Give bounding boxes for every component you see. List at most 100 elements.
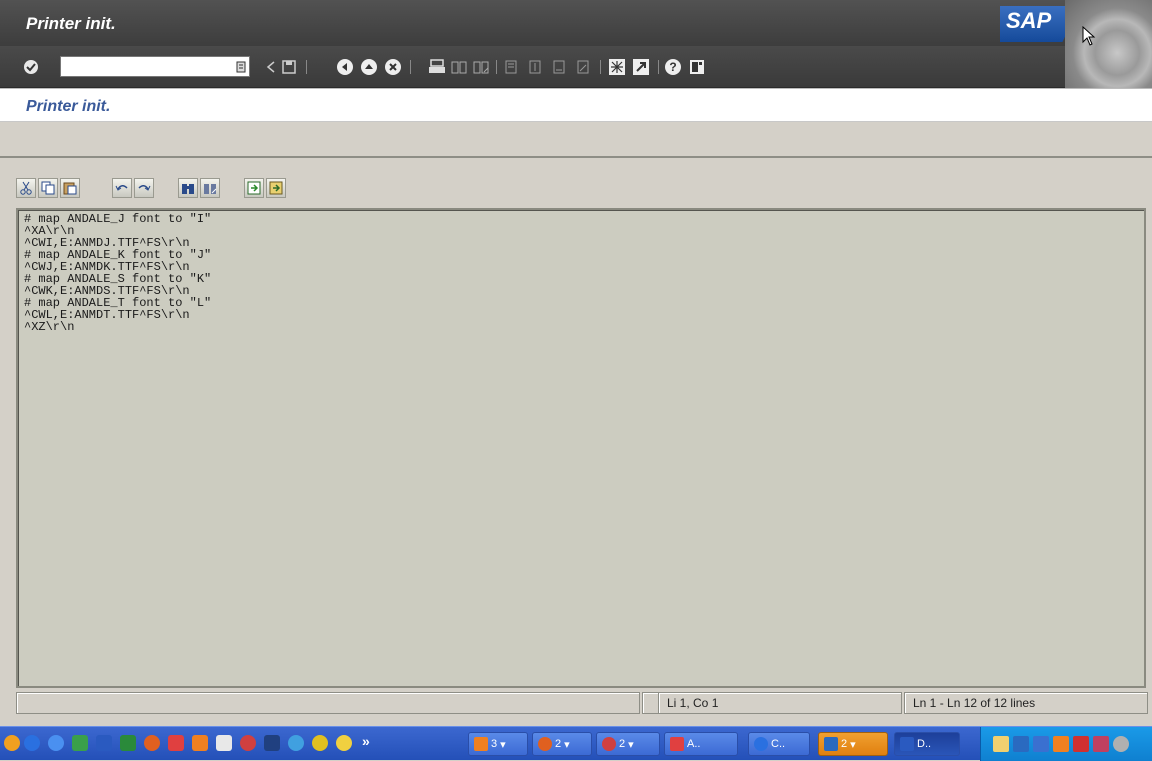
- window-title: Printer init.: [26, 14, 116, 33]
- toolbar-separator: [410, 60, 411, 74]
- find-next-icon[interactable]: [200, 178, 220, 198]
- paste-icon[interactable]: [60, 178, 80, 198]
- firefox-icon[interactable]: [144, 735, 160, 751]
- taskbar-task[interactable]: 2 ▾: [818, 732, 888, 756]
- network-icon: [602, 737, 616, 751]
- calculator-icon[interactable]: [72, 735, 88, 751]
- editor-line: # map ANDALE_K font to "J": [24, 248, 212, 262]
- taskbar-task[interactable]: 3 ▾: [468, 732, 528, 756]
- shortcut-icon[interactable]: [632, 58, 650, 76]
- print-icon[interactable]: [428, 58, 446, 76]
- cursor-position: Li 1, Co 1: [658, 692, 902, 714]
- first-page-icon[interactable]: [502, 58, 520, 76]
- status-message: [16, 692, 640, 714]
- word-icon[interactable]: [96, 735, 112, 751]
- winamp-icon[interactable]: [336, 735, 352, 751]
- messenger-icon[interactable]: [288, 735, 304, 751]
- command-menu-icon[interactable]: [232, 58, 250, 76]
- redo-icon[interactable]: [134, 178, 154, 198]
- enter-icon[interactable]: [22, 58, 40, 76]
- last-page-icon[interactable]: [574, 58, 592, 76]
- find-icon[interactable]: [450, 58, 468, 76]
- status-bar: Li 1, Co 1 Ln 1 - Ln 12 of 12 lines: [16, 692, 1148, 714]
- alert-icon[interactable]: [1073, 736, 1089, 752]
- toolbar-separator: [306, 60, 307, 74]
- toolbar-separator: [496, 60, 497, 74]
- task-dropdown-icon: ▾: [500, 738, 506, 751]
- exit-icon[interactable]: [360, 58, 378, 76]
- network-icon[interactable]: [240, 735, 256, 751]
- sap-icon: [824, 737, 838, 751]
- ie-icon[interactable]: [24, 735, 40, 751]
- previous-page-icon[interactable]: [526, 58, 544, 76]
- outlook-icon[interactable]: [168, 735, 184, 751]
- text-editor[interactable]: # map ANDALE_J font to "I" ^XA\r\n ^CWI,…: [16, 208, 1146, 688]
- task-label: 2: [555, 738, 562, 750]
- firefox-icon: [538, 737, 552, 751]
- clock-icon: [474, 737, 488, 751]
- application-toolbar: [0, 122, 1152, 158]
- save-icon[interactable]: [280, 58, 298, 76]
- command-field[interactable]: [60, 56, 250, 77]
- mouse-cursor-icon: [1082, 26, 1096, 46]
- media-player-icon[interactable]: [48, 735, 64, 751]
- folder-icon[interactable]: [216, 735, 232, 751]
- editor-line: # map ANDALE_S font to "K": [24, 272, 212, 286]
- back-icon[interactable]: [262, 58, 280, 76]
- task-label: D..: [917, 738, 932, 750]
- cut-icon[interactable]: [16, 178, 36, 198]
- toolbar-separator: [658, 60, 659, 74]
- terminal-icon[interactable]: [264, 735, 280, 751]
- excel-icon[interactable]: [120, 735, 136, 751]
- taskbar-task[interactable]: 2 ▾: [532, 732, 592, 756]
- taskbar-overflow-icon[interactable]: »: [362, 733, 370, 749]
- window-title-bar: Printer init. SAP: [0, 0, 1152, 46]
- ie-icon: [754, 737, 768, 751]
- find-icon[interactable]: [178, 178, 198, 198]
- back-circle-icon[interactable]: [336, 58, 354, 76]
- start-orb-icon[interactable]: [4, 735, 20, 751]
- task-dropdown-icon: ▾: [850, 738, 856, 751]
- upload-icon[interactable]: [244, 178, 264, 198]
- taskbar-task[interactable]: 2 ▾: [596, 732, 660, 756]
- acrobat-icon: [670, 737, 684, 751]
- editor-line: ^XZ\r\n: [24, 320, 75, 334]
- help-icon[interactable]: ?: [664, 58, 682, 76]
- skype-icon[interactable]: [312, 735, 328, 751]
- task-label: 2: [619, 738, 626, 750]
- screen-title-area: Printer init.: [0, 88, 1152, 122]
- create-session-icon[interactable]: [608, 58, 626, 76]
- task-label: 2: [841, 738, 848, 750]
- cancel-icon[interactable]: [384, 58, 402, 76]
- volume-icon[interactable]: [1113, 736, 1129, 752]
- line-range: Ln 1 - Ln 12 of 12 lines: [904, 692, 1148, 714]
- task-label: A..: [687, 738, 701, 750]
- editor-line: ^XA\r\n: [24, 224, 75, 238]
- editor-line: ^CWL,E:ANMDT.TTF^FS\r\n: [24, 308, 190, 322]
- undo-icon[interactable]: [112, 178, 132, 198]
- next-page-icon[interactable]: [550, 58, 568, 76]
- task-dropdown-icon: ▾: [564, 738, 570, 751]
- layout-menu-icon[interactable]: [688, 58, 706, 76]
- toolbar-separator: [600, 60, 601, 74]
- taskbar-task[interactable]: C..: [748, 732, 810, 756]
- find-next-icon[interactable]: [472, 58, 490, 76]
- editor-toolbar: [16, 174, 1146, 204]
- clock-tray-icon[interactable]: [1053, 736, 1069, 752]
- taskbar-task[interactable]: D..: [894, 732, 960, 756]
- standard-toolbar: ?: [0, 46, 1065, 88]
- editor-panel: # map ANDALE_J font to "I" ^XA\r\n ^CWI,…: [0, 158, 1152, 718]
- editor-line: # map ANDALE_J font to "I": [24, 212, 212, 226]
- word-icon: [900, 737, 914, 751]
- task-label: C..: [771, 738, 786, 750]
- network-tray-icon[interactable]: [1033, 736, 1049, 752]
- task-dropdown-icon: ▾: [628, 738, 634, 751]
- mail-icon[interactable]: [993, 736, 1009, 752]
- taskbar-task[interactable]: A..: [664, 732, 738, 756]
- pen-icon[interactable]: [1093, 736, 1109, 752]
- copy-icon[interactable]: [38, 178, 58, 198]
- clock-icon[interactable]: [192, 735, 208, 751]
- windows-taskbar: » 3 ▾ 2 ▾ 2 ▾ A.. C.. 2 ▾ D..: [0, 726, 1152, 761]
- download-icon[interactable]: [266, 178, 286, 198]
- sap-tray-icon[interactable]: [1013, 736, 1029, 752]
